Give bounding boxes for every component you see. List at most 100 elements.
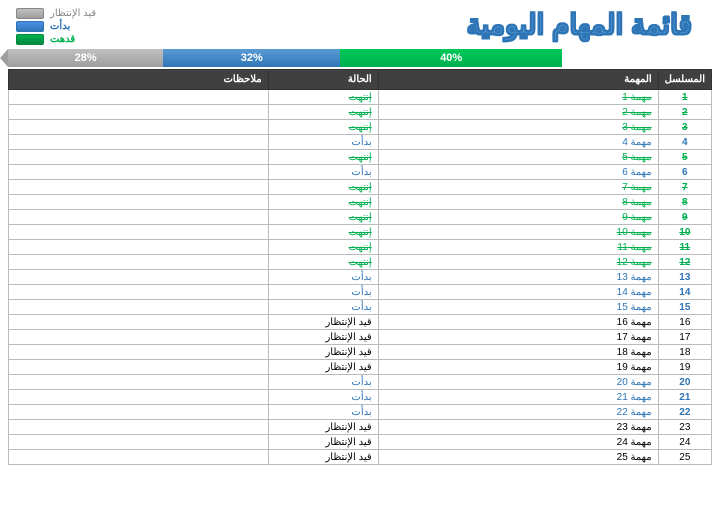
table-row: 8مهمة 8إنتهت [9, 195, 712, 210]
cell-seq: 6 [658, 165, 711, 180]
table-row: 20مهمة 20بدأت [9, 375, 712, 390]
cell-status: إنتهت [268, 210, 378, 225]
cell-task: مهمة 11 [378, 240, 658, 255]
cell-notes [9, 315, 269, 330]
cell-task: مهمة 4 [378, 135, 658, 150]
cell-notes [9, 405, 269, 420]
cell-notes [9, 195, 269, 210]
cell-task: مهمة 8 [378, 195, 658, 210]
cell-task: مهمة 3 [378, 120, 658, 135]
progress-bars: 40% 32% 28% [8, 49, 562, 67]
cell-seq: 7 [658, 180, 711, 195]
cell-seq: 10 [658, 225, 711, 240]
cell-status: إنتهت [268, 255, 378, 270]
swatch-blue-icon [16, 21, 44, 32]
cell-notes [9, 360, 269, 375]
cell-notes [9, 180, 269, 195]
cell-notes [9, 330, 269, 345]
cell-seq: 17 [658, 330, 711, 345]
cell-notes [9, 450, 269, 465]
table-row: 9مهمة 9إنتهت [9, 210, 712, 225]
table-row: 10مهمة 10إنتهت [9, 225, 712, 240]
cell-task: مهمة 5 [378, 150, 658, 165]
cell-status: قيد الإنتظار [268, 360, 378, 375]
cell-notes [9, 150, 269, 165]
col-header-notes: ملاحظات [9, 70, 269, 90]
legend: قيد الإنتظار بدأت قدهت [16, 8, 96, 45]
cell-seq: 15 [658, 300, 711, 315]
cell-notes [9, 420, 269, 435]
legend-done: قدهت [16, 34, 96, 45]
cell-notes [9, 285, 269, 300]
cell-status: بدأت [268, 405, 378, 420]
cell-status: بدأت [268, 300, 378, 315]
cell-task: مهمة 17 [378, 330, 658, 345]
cell-status: بدأت [268, 165, 378, 180]
cell-seq: 11 [658, 240, 711, 255]
cell-status: إنتهت [268, 195, 378, 210]
cell-seq: 8 [658, 195, 711, 210]
cell-notes [9, 120, 269, 135]
cell-seq: 19 [658, 360, 711, 375]
table-row: 16مهمة 16قيد الإنتظار [9, 315, 712, 330]
cell-task: مهمة 13 [378, 270, 658, 285]
cell-notes [9, 90, 269, 105]
cell-task: مهمة 14 [378, 285, 658, 300]
cell-status: بدأت [268, 135, 378, 150]
cell-task: مهمة 7 [378, 180, 658, 195]
cell-task: مهمة 18 [378, 345, 658, 360]
table-row: 15مهمة 15بدأت [9, 300, 712, 315]
cell-task: مهمة 9 [378, 210, 658, 225]
cell-seq: 2 [658, 105, 711, 120]
cell-notes [9, 345, 269, 360]
table-row: 22مهمة 22بدأت [9, 405, 712, 420]
cell-notes [9, 225, 269, 240]
cell-notes [9, 255, 269, 270]
legend-started: بدأت [16, 21, 96, 32]
cell-task: مهمة 24 [378, 435, 658, 450]
table-row: 24مهمة 24قيد الإنتظار [9, 435, 712, 450]
cell-status: بدأت [268, 390, 378, 405]
cell-seq: 16 [658, 315, 711, 330]
progress-blue: 32% [163, 49, 340, 67]
cell-seq: 5 [658, 150, 711, 165]
cell-seq: 23 [658, 420, 711, 435]
cell-status: إنتهت [268, 120, 378, 135]
legend-pending-label: قيد الإنتظار [50, 8, 96, 19]
progress-green: 40% [340, 49, 562, 67]
cell-notes [9, 435, 269, 450]
table-row: 11مهمة 11إنتهت [9, 240, 712, 255]
cell-notes [9, 105, 269, 120]
cell-seq: 24 [658, 435, 711, 450]
table-row: 23مهمة 23قيد الإنتظار [9, 420, 712, 435]
legend-pending: قيد الإنتظار [16, 8, 96, 19]
cell-notes [9, 300, 269, 315]
cell-status: قيد الإنتظار [268, 345, 378, 360]
table-row: 2مهمة 2إنتهت [9, 105, 712, 120]
cell-notes [9, 135, 269, 150]
table-row: 1مهمة 1إنتهت [9, 90, 712, 105]
progress-gray: 28% [8, 49, 163, 67]
table-row: 12مهمة 12إنتهت [9, 255, 712, 270]
cell-task: مهمة 21 [378, 390, 658, 405]
cell-status: إنتهت [268, 240, 378, 255]
cell-status: قيد الإنتظار [268, 315, 378, 330]
table-row: 21مهمة 21بدأت [9, 390, 712, 405]
table-row: 13مهمة 13بدأت [9, 270, 712, 285]
cell-notes [9, 270, 269, 285]
cell-task: مهمة 23 [378, 420, 658, 435]
cell-task: مهمة 1 [378, 90, 658, 105]
table-row: 14مهمة 14بدأت [9, 285, 712, 300]
cell-status: قيد الإنتظار [268, 420, 378, 435]
table-row: 18مهمة 18قيد الإنتظار [9, 345, 712, 360]
cell-task: مهمة 10 [378, 225, 658, 240]
table-row: 19مهمة 19قيد الإنتظار [9, 360, 712, 375]
cell-notes [9, 165, 269, 180]
table-row: 6مهمة 6بدأت [9, 165, 712, 180]
cell-task: مهمة 25 [378, 450, 658, 465]
cell-seq: 13 [658, 270, 711, 285]
cell-task: مهمة 22 [378, 405, 658, 420]
cell-seq: 20 [658, 375, 711, 390]
cell-status: إنتهت [268, 180, 378, 195]
cell-task: مهمة 2 [378, 105, 658, 120]
